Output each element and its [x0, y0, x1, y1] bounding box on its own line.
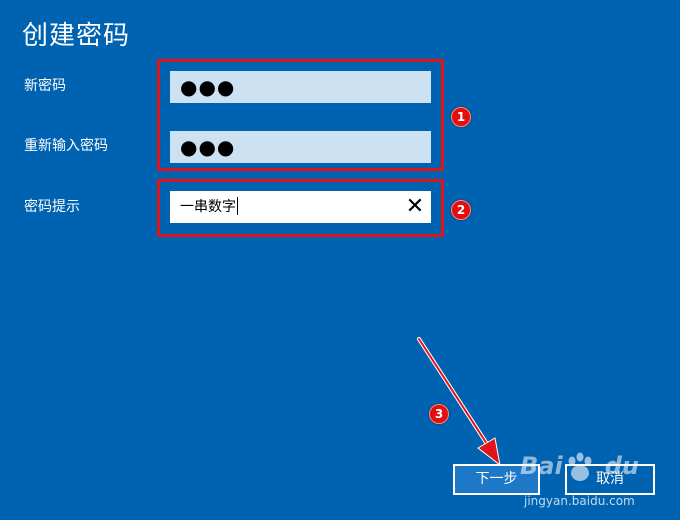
annotation-arrow [417, 337, 501, 467]
